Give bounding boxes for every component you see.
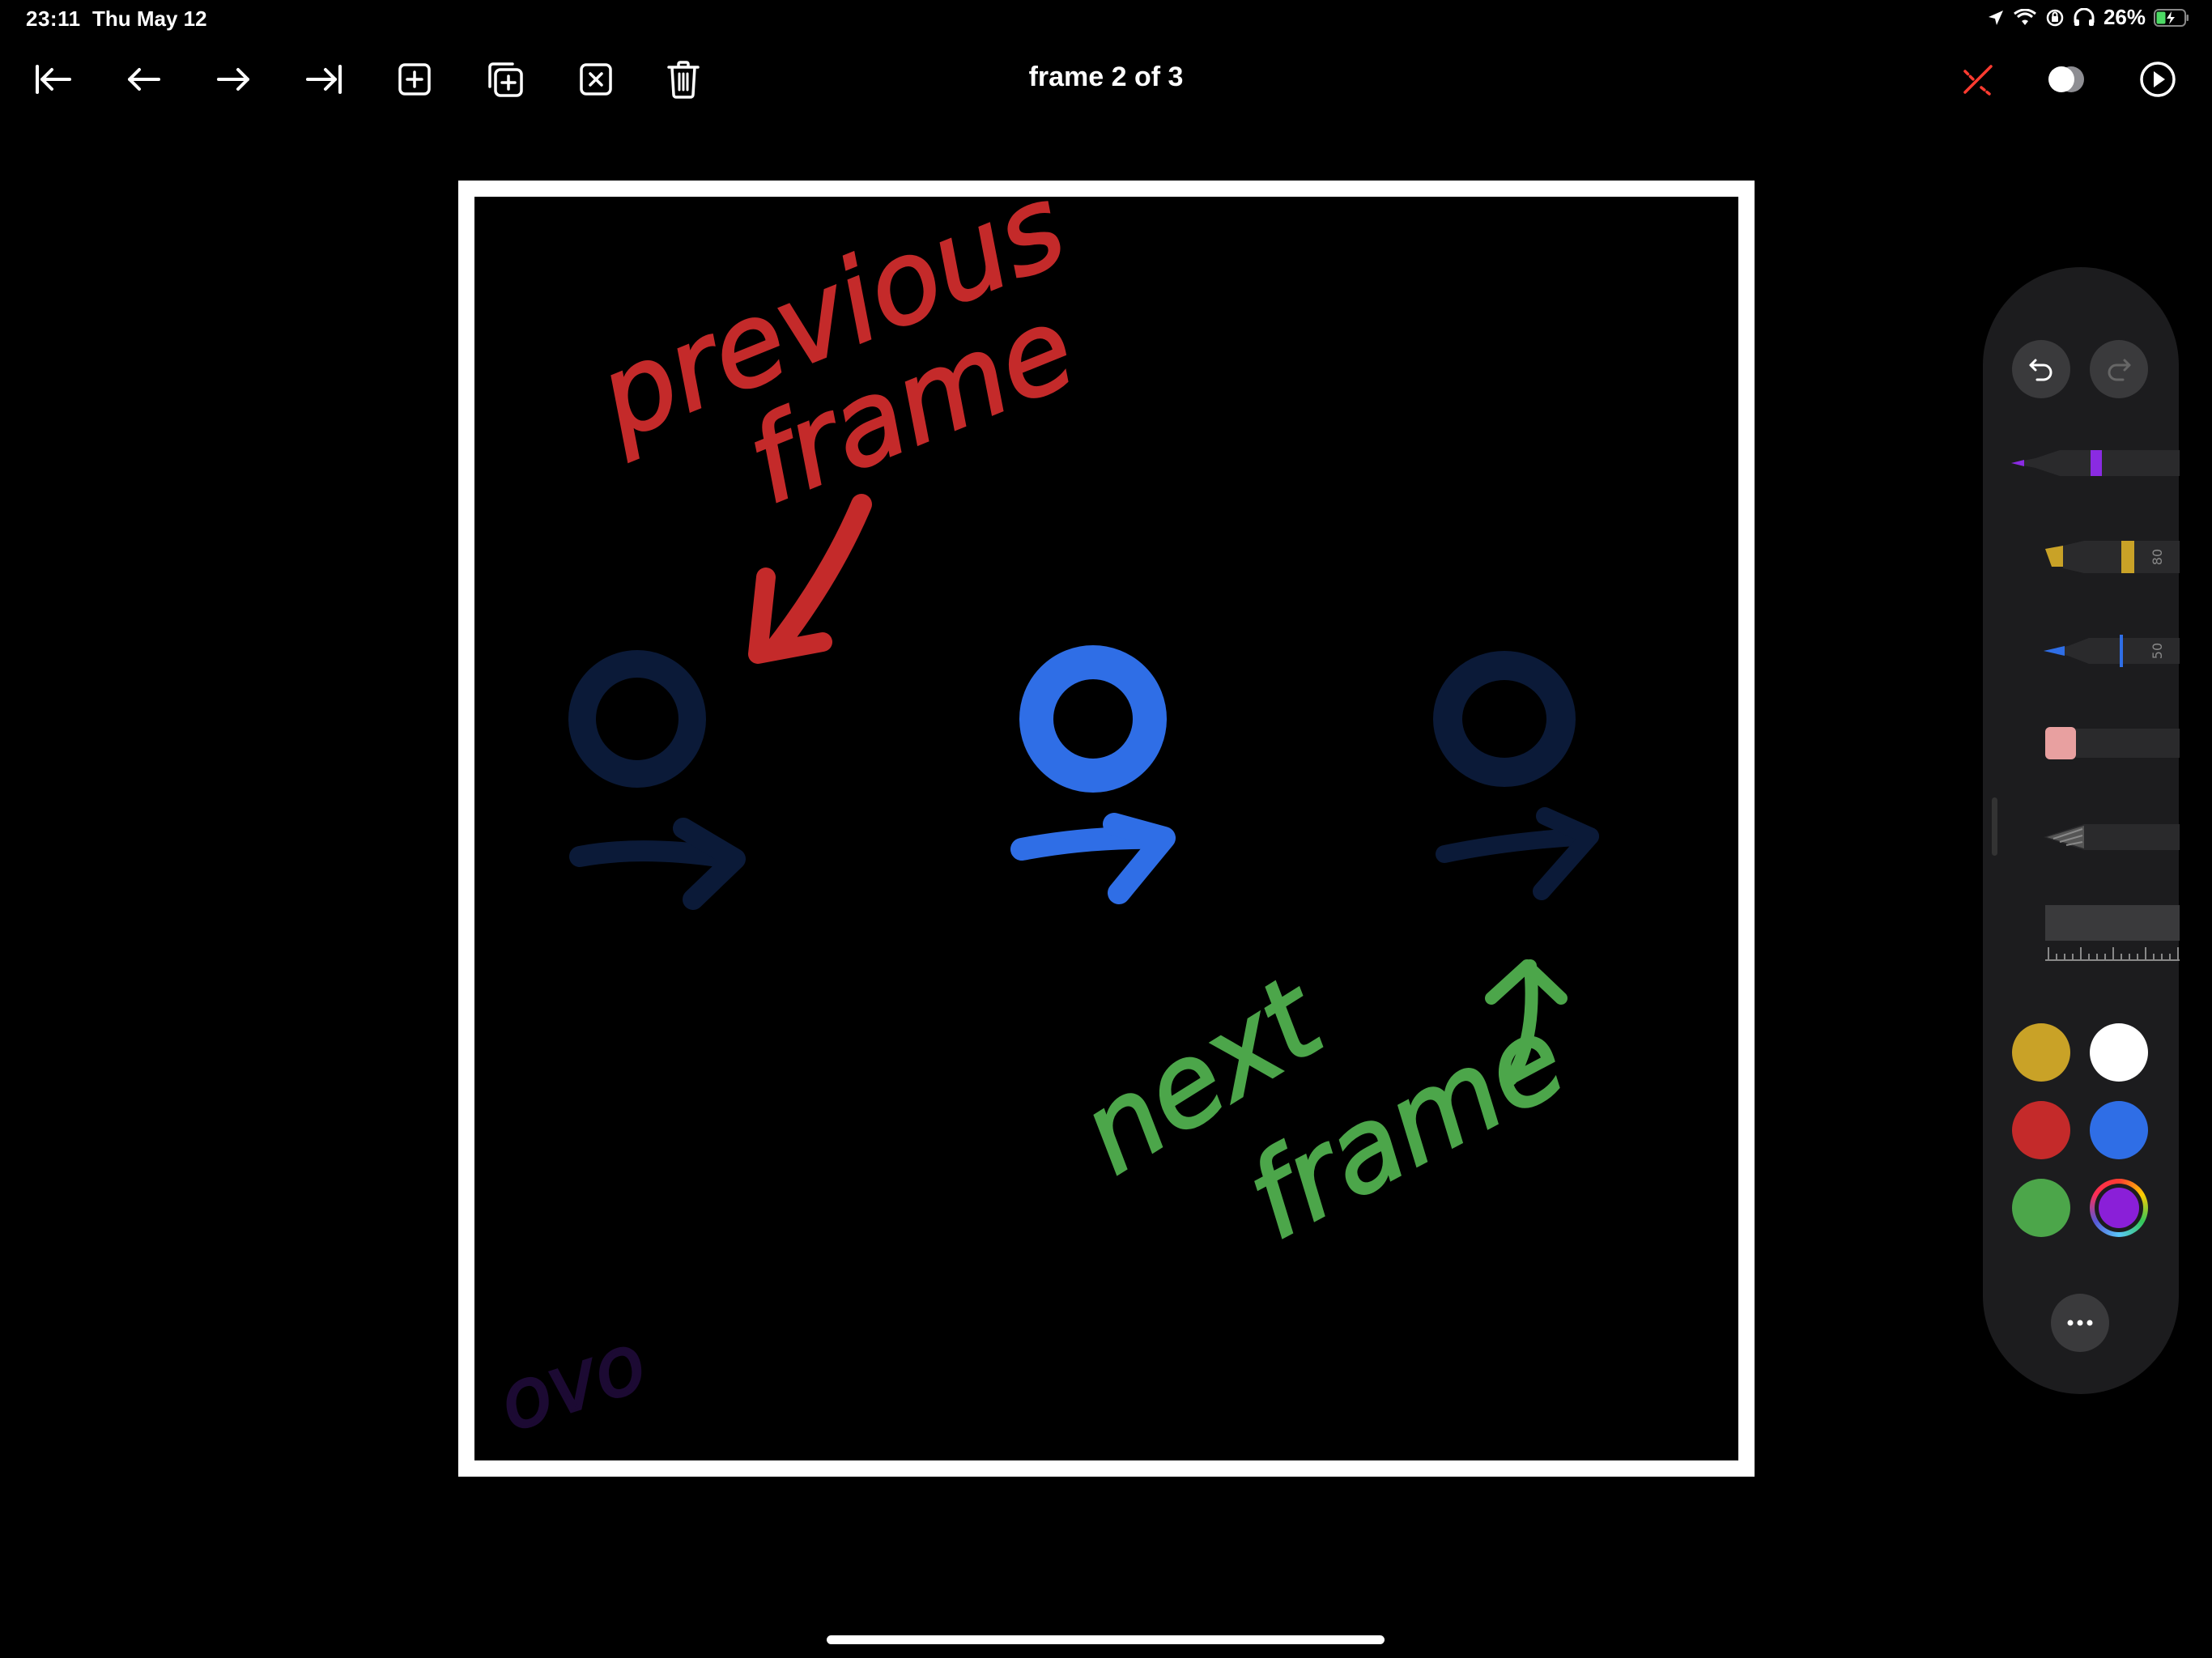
play-button[interactable] [2127,49,2189,110]
next-frame-button[interactable] [202,49,264,110]
next-annotation: next frame [1057,950,1587,1267]
swatch-yellow[interactable] [2012,1023,2070,1082]
previous-frame-ghost [568,650,746,910]
go-to-last-frame-icon [306,65,342,94]
lasso-tool[interactable] [2044,816,2180,858]
status-time: 23:11 [26,6,81,31]
orientation-lock-icon [2046,9,2064,26]
pencil-size-label: 50 [2150,643,2165,659]
undo-button[interactable] [2012,340,2070,398]
previous-annotation: previous frame [579,197,1093,664]
go-to-last-frame-button[interactable] [293,49,355,110]
status-date: Thu May 12 [92,6,207,31]
wifi-icon [2014,8,2036,25]
battery-percentage: 26% [2103,5,2146,29]
duplicate-frame-button[interactable] [474,49,536,110]
marker-size-label: 80 [2150,549,2165,565]
add-frame-icon [398,63,431,96]
toolbar: frame 2 of 3 [0,49,2212,110]
location-icon [1988,10,2003,25]
signature: ovo [487,1314,657,1449]
add-frame-button[interactable] [384,49,445,110]
more-button[interactable] [2051,1294,2109,1352]
overlay-toggle-icon [2048,66,2084,92]
battery-icon [2154,8,2189,27]
pen-tool[interactable] [2011,442,2180,484]
swatch-purple-selected[interactable] [2090,1179,2148,1237]
drawing-canvas[interactable]: previous frame next frame ovo [474,197,1738,1460]
next-frame-icon [217,68,249,91]
play-icon [2140,62,2176,97]
eraser-tool[interactable] [2044,722,2180,764]
clear-frame-icon [580,63,612,96]
go-to-first-frame-button[interactable] [23,49,84,110]
swatch-blue[interactable] [2090,1101,2148,1159]
delete-frame-icon [667,61,700,99]
ruler-tool[interactable] [2044,902,2180,963]
redo-button[interactable] [2090,340,2148,398]
overlay-toggle-button[interactable] [2035,49,2097,110]
canvas-drawing: previous frame next frame ovo [487,197,1599,1451]
palette-drag-handle[interactable] [1992,797,1997,856]
marker-tool[interactable]: 80 [2044,534,2180,580]
pencil-tool[interactable]: 50 [2044,630,2180,672]
status-icons: 26% [1987,5,2189,30]
more-icon [2067,1320,2093,1326]
swatch-white[interactable] [2090,1023,2148,1082]
status-bar: 23:11 Thu May 12 26% [0,0,2212,39]
go-to-first-frame-icon [36,65,71,94]
onion-skin-off-icon [1963,65,1993,96]
clear-frame-button[interactable] [565,49,627,110]
home-indicator[interactable] [827,1635,1385,1644]
undo-icon [2029,359,2052,381]
next-frame-ghost [1433,651,1599,900]
onion-skin-button[interactable] [1947,49,2009,110]
swatch-red[interactable] [2012,1101,2070,1159]
swatch-green[interactable] [2012,1179,2070,1237]
previous-frame-button[interactable] [113,49,175,110]
previous-frame-icon [128,68,160,91]
delete-frame-button[interactable] [653,49,714,110]
frame-counter: frame 2 of 3 [1028,62,1184,92]
duplicate-frame-icon [488,62,523,97]
headphones-icon [2074,7,2095,26]
current-frame-drawing [1010,645,1176,904]
redo-icon [2108,359,2131,381]
